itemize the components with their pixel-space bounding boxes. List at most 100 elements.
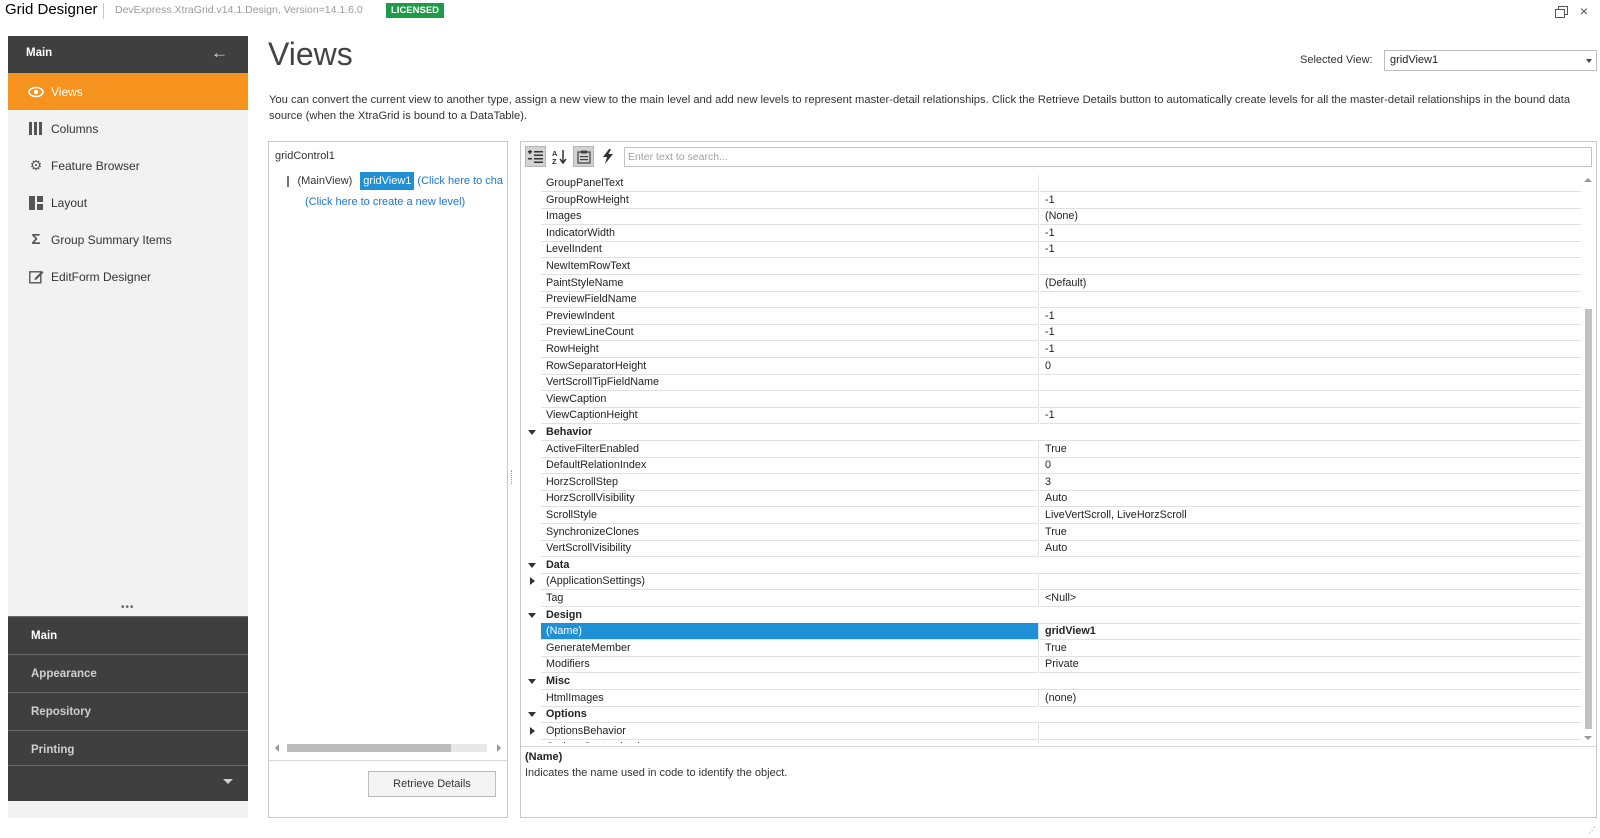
property-row[interactable]: SynchronizeClones True bbox=[524, 523, 1581, 541]
property-row[interactable]: LevelIndent -1 bbox=[524, 241, 1581, 259]
property-row[interactable]: Images (None) bbox=[524, 208, 1581, 226]
expand-triangle-icon[interactable] bbox=[530, 577, 535, 586]
property-category-row[interactable]: Data bbox=[524, 557, 1581, 574]
property-value[interactable] bbox=[1040, 374, 1581, 392]
property-category-row[interactable]: Behavior bbox=[524, 424, 1581, 441]
collapse-triangle-icon[interactable] bbox=[528, 430, 536, 435]
property-row[interactable]: (ApplicationSettings) bbox=[524, 573, 1581, 591]
sidebar-item-group-summary[interactable]: Σ Group Summary Items bbox=[8, 221, 248, 258]
property-category-row[interactable]: Options bbox=[524, 706, 1581, 724]
scrollbar-thumb[interactable] bbox=[1585, 309, 1592, 729]
property-grid-vertical-scrollbar[interactable] bbox=[1582, 175, 1594, 743]
sidebar-item-editform-designer[interactable]: EditForm Designer bbox=[8, 258, 248, 295]
panel-splitter-grip[interactable] bbox=[511, 470, 514, 484]
collapse-triangle-icon[interactable] bbox=[528, 712, 536, 718]
sidebar-item-columns[interactable]: Columns bbox=[8, 110, 248, 147]
property-row[interactable]: RowSeparatorHeight 0 bbox=[524, 357, 1581, 375]
property-value[interactable]: True bbox=[1040, 524, 1581, 541]
property-value[interactable] bbox=[1040, 723, 1581, 740]
property-search-input[interactable]: Enter text to search... bbox=[624, 147, 1592, 167]
property-value[interactable]: LiveVertScroll, LiveHorzScroll bbox=[1040, 507, 1581, 524]
property-row[interactable]: PaintStyleName (Default) bbox=[524, 274, 1581, 292]
property-value[interactable]: True bbox=[1040, 640, 1581, 657]
property-value[interactable] bbox=[1040, 291, 1581, 309]
property-row[interactable]: Modifiers Private bbox=[524, 656, 1581, 674]
property-row[interactable]: VertScrollTipFieldName bbox=[524, 374, 1581, 392]
property-value[interactable]: -1 bbox=[1040, 407, 1581, 425]
grid-view-node[interactable]: gridView1 bbox=[360, 172, 415, 190]
property-row[interactable]: ViewCaption bbox=[524, 390, 1581, 408]
property-row[interactable]: ScrollStyle LiveVertScroll, LiveHorzScrol… bbox=[524, 507, 1581, 524]
property-value[interactable]: -1 bbox=[1040, 225, 1581, 242]
property-row[interactable]: HorzScrollStep 3 bbox=[524, 473, 1581, 491]
property-value[interactable]: (none) bbox=[1040, 690, 1581, 707]
resize-grip-icon[interactable]: ⋰ bbox=[1588, 826, 1598, 836]
sidebar-splitter-grip[interactable]: ••• bbox=[121, 602, 135, 613]
property-row[interactable]: GroupRowHeight -1 bbox=[524, 191, 1581, 209]
property-value[interactable]: True bbox=[1040, 441, 1581, 458]
property-row[interactable]: (Name) gridView1 bbox=[524, 623, 1581, 641]
sidebar-group-printing[interactable]: Printing bbox=[8, 730, 248, 768]
property-row[interactable]: NewItemRowText bbox=[524, 258, 1581, 275]
property-value[interactable] bbox=[1040, 175, 1581, 192]
scrollbar-thumb[interactable] bbox=[287, 744, 451, 752]
property-value[interactable]: -1 bbox=[1040, 341, 1581, 358]
property-pages-icon[interactable] bbox=[573, 146, 594, 167]
scroll-left-icon[interactable] bbox=[275, 744, 279, 752]
property-value[interactable]: gridView1 bbox=[1040, 623, 1581, 641]
property-value[interactable] bbox=[1040, 739, 1581, 743]
sidebar-item-feature-browser[interactable]: ⚙ Feature Browser bbox=[8, 147, 248, 184]
property-value[interactable]: Auto bbox=[1040, 490, 1581, 508]
property-value[interactable]: 0 bbox=[1040, 358, 1581, 375]
property-value[interactable]: -1 bbox=[1040, 241, 1581, 259]
property-row[interactable]: IndicatorWidth -1 bbox=[524, 224, 1581, 242]
grid-control-node[interactable]: gridControl1 bbox=[275, 150, 335, 162]
property-row[interactable]: OptionsCustomization bbox=[524, 739, 1581, 743]
property-row[interactable]: DefaultRelationIndex 0 bbox=[524, 457, 1581, 475]
retrieve-details-button[interactable]: Retrieve Details bbox=[368, 771, 496, 797]
collapse-triangle-icon[interactable] bbox=[528, 562, 536, 568]
property-value[interactable] bbox=[1040, 573, 1581, 591]
property-value[interactable]: Private bbox=[1040, 656, 1581, 674]
property-row[interactable]: GenerateMember True bbox=[524, 639, 1581, 657]
restore-window-icon[interactable] bbox=[1555, 6, 1568, 18]
property-value[interactable] bbox=[1040, 258, 1581, 275]
collapse-triangle-icon[interactable] bbox=[528, 679, 536, 684]
property-row[interactable]: RowHeight -1 bbox=[524, 341, 1581, 358]
property-value[interactable]: -1 bbox=[1040, 308, 1581, 325]
property-row[interactable]: GroupPanelText bbox=[524, 175, 1581, 192]
property-category-row[interactable]: Misc bbox=[524, 673, 1581, 690]
property-row[interactable]: PreviewLineCount -1 bbox=[524, 324, 1581, 342]
expand-triangle-icon[interactable] bbox=[530, 726, 535, 735]
property-value[interactable]: -1 bbox=[1040, 192, 1581, 209]
property-value[interactable] bbox=[1040, 391, 1581, 408]
create-level-link[interactable]: (Click here to create a new level) bbox=[305, 196, 465, 208]
property-row[interactable]: PreviewFieldName bbox=[524, 291, 1581, 309]
property-value[interactable]: Auto bbox=[1040, 540, 1581, 558]
change-view-link[interactable]: (Click here to cha bbox=[417, 175, 503, 187]
property-row[interactable]: HorzScrollVisibility Auto bbox=[524, 490, 1581, 508]
property-row[interactable]: ActiveFilterEnabled True bbox=[524, 440, 1581, 458]
property-category-row[interactable]: Design bbox=[524, 607, 1581, 624]
property-row[interactable]: HtmlImages (none) bbox=[524, 689, 1581, 707]
property-value[interactable]: 0 bbox=[1040, 457, 1581, 475]
sidebar-item-views[interactable]: Views bbox=[8, 73, 248, 110]
property-value[interactable]: (Default) bbox=[1040, 275, 1581, 292]
sidebar-group-main[interactable]: Main bbox=[8, 616, 248, 654]
sidebar-groups-overflow-button[interactable] bbox=[8, 765, 248, 801]
collapse-triangle-icon[interactable] bbox=[528, 612, 536, 618]
sidebar-item-layout[interactable]: Layout bbox=[8, 184, 248, 221]
scroll-up-icon[interactable] bbox=[1584, 178, 1592, 182]
levels-horizontal-scrollbar[interactable] bbox=[275, 742, 501, 754]
property-row[interactable]: ViewCaptionHeight -1 bbox=[524, 407, 1581, 425]
selected-view-dropdown[interactable]: gridView1 bbox=[1384, 50, 1597, 71]
events-lightning-icon[interactable] bbox=[597, 146, 618, 167]
sidebar-group-repository[interactable]: Repository bbox=[8, 692, 248, 730]
property-value[interactable]: (None) bbox=[1040, 208, 1581, 226]
sort-alphabetical-icon[interactable]: AZ bbox=[549, 146, 570, 167]
property-value[interactable]: <Null> bbox=[1040, 590, 1581, 607]
property-value[interactable]: -1 bbox=[1040, 324, 1581, 342]
scroll-right-icon[interactable] bbox=[497, 744, 501, 752]
categorized-view-icon[interactable] bbox=[525, 146, 546, 167]
scroll-down-icon[interactable] bbox=[1584, 736, 1592, 740]
